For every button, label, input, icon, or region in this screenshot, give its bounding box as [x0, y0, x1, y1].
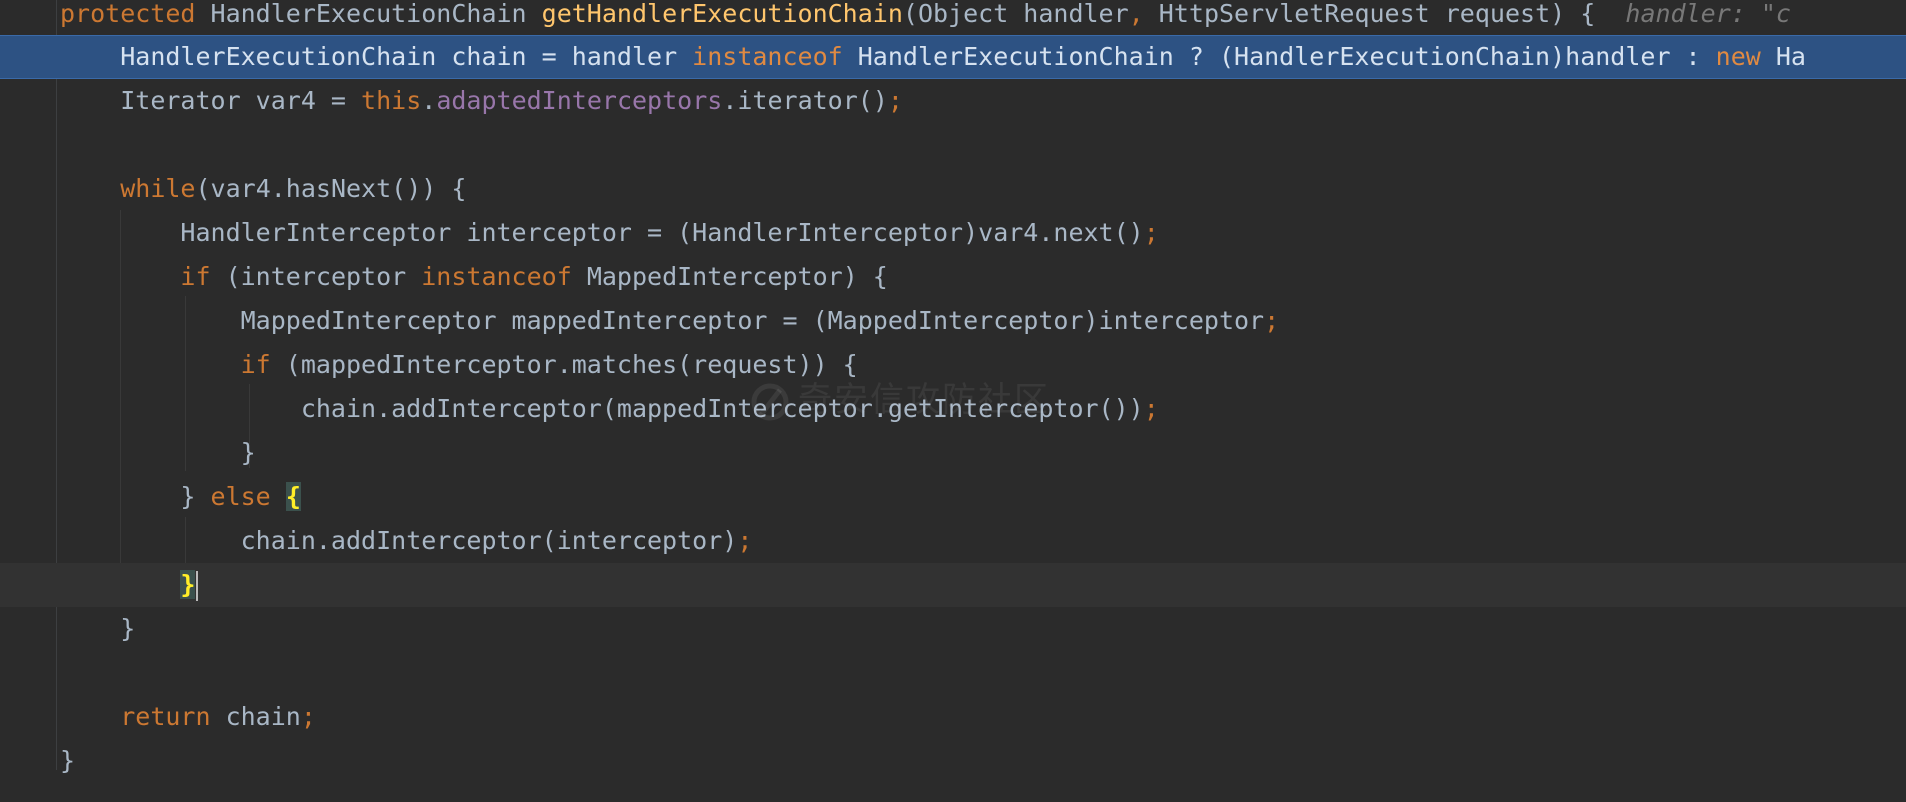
- iterator-call: .iterator(): [722, 86, 888, 115]
- keyword-protected: protected: [60, 0, 196, 28]
- code-line-if-instanceof[interactable]: if (interceptor instanceof MappedInterce…: [0, 255, 1906, 299]
- keyword-if: if: [180, 262, 211, 291]
- interceptor-decl: HandlerInterceptor interceptor = (Handle…: [180, 218, 1144, 247]
- code-line-close-while[interactable]: }: [0, 607, 1906, 651]
- keyword-else: else: [210, 482, 271, 511]
- chain-ternary: HandlerExecutionChain ? (HandlerExecutio…: [842, 42, 1716, 71]
- matched-close-brace: }: [180, 570, 196, 599]
- semicolon: ;: [737, 526, 753, 555]
- iterator-decl: Iterator var4 =: [120, 86, 362, 115]
- text-cursor: [196, 571, 199, 601]
- code-line-signature[interactable]: protected HandlerExecutionChain getHandl…: [0, 0, 1906, 36]
- watermark-text: 奇安信攻防社区: [798, 380, 1050, 420]
- watermark: 奇安信攻防社区: [750, 372, 1050, 422]
- close-brace: }: [120, 614, 136, 643]
- keyword-instanceof: instanceof: [692, 42, 843, 71]
- watermark-logo-icon: [751, 383, 789, 420]
- code-line-iterator[interactable]: Iterator var4 = this.adaptedInterceptors…: [0, 79, 1906, 123]
- keyword-if: if: [240, 350, 271, 379]
- return-type: HandlerExecutionChain: [195, 0, 542, 28]
- semicolon: ;: [1143, 394, 1159, 423]
- field-adapted-interceptors: adaptedInterceptors: [436, 86, 723, 115]
- chain-decl: HandlerExecutionChain chain = handler: [120, 42, 693, 71]
- code-line-mapped-interceptor[interactable]: MappedInterceptor mappedInterceptor = (M…: [0, 299, 1906, 343]
- code-line-return[interactable]: return chain;: [0, 695, 1906, 739]
- method-name: getHandlerExecutionChain: [541, 0, 903, 28]
- param-comma: ,: [1128, 0, 1144, 28]
- keyword-instanceof: instanceof: [421, 262, 572, 291]
- dot: .: [421, 86, 437, 115]
- code-line-execution-point[interactable]: HandlerExecutionChain chain = handler in…: [0, 35, 1906, 79]
- params-open: (Object handler: [902, 0, 1129, 28]
- matched-open-brace: {: [285, 482, 301, 511]
- code-line-else[interactable]: } else {: [0, 475, 1906, 519]
- semicolon: ;: [300, 702, 316, 731]
- keyword-new: new: [1715, 42, 1761, 71]
- code-line-close-else-caret[interactable]: }: [0, 563, 1906, 607]
- code-line-close-method[interactable]: }: [0, 739, 1906, 783]
- chain-rest: Ha: [1760, 42, 1806, 71]
- mapped-interceptor-decl: MappedInterceptor mappedInterceptor = (M…: [240, 306, 1265, 335]
- close-brace: }: [240, 438, 256, 467]
- return-value: chain: [210, 702, 301, 731]
- if-condition-end: MappedInterceptor) {: [571, 262, 888, 291]
- while-condition: (var4.hasNext()) {: [195, 174, 467, 203]
- keyword-while: while: [120, 174, 196, 203]
- close-brace: }: [60, 746, 76, 775]
- code-line-close-if[interactable]: }: [0, 431, 1906, 475]
- code-editor[interactable]: protected HandlerExecutionChain getHandl…: [0, 0, 1906, 802]
- keyword-return: return: [120, 702, 211, 731]
- if-condition-start: (interceptor: [210, 262, 422, 291]
- code-line-while[interactable]: while(var4.hasNext()) {: [0, 167, 1906, 211]
- code-line-add-interceptor[interactable]: chain.addInterceptor(interceptor);: [0, 519, 1906, 563]
- semicolon: ;: [887, 86, 903, 115]
- add-interceptor-call: chain.addInterceptor(interceptor): [240, 526, 738, 555]
- semicolon: ;: [1264, 306, 1280, 335]
- close-brace: }: [180, 482, 211, 511]
- code-line-next[interactable]: HandlerInterceptor interceptor = (Handle…: [0, 211, 1906, 255]
- keyword-this: this: [361, 86, 422, 115]
- inline-debug-hint: handler: "c: [1625, 0, 1791, 28]
- semicolon: ;: [1143, 218, 1159, 247]
- params-rest: HttpServletRequest request) {: [1143, 0, 1596, 28]
